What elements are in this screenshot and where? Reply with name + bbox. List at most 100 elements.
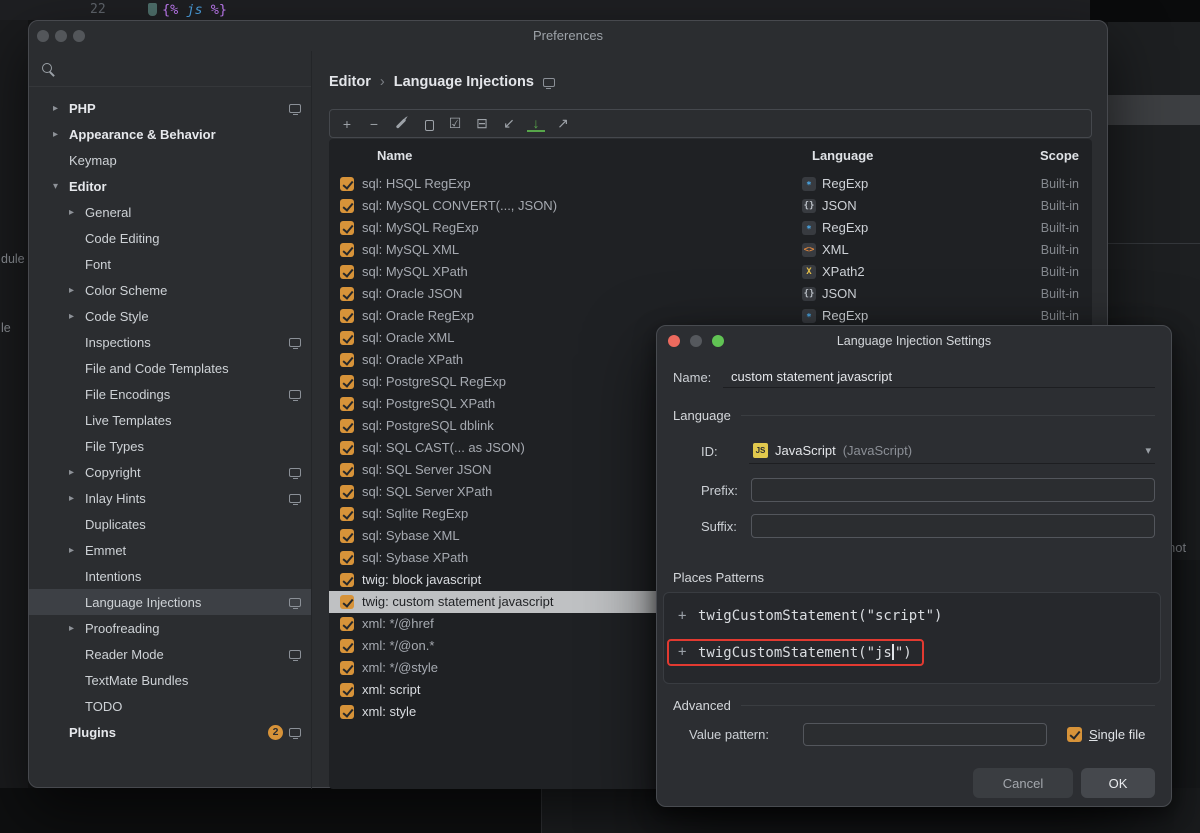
chevron-right-icon[interactable]: ▸ xyxy=(53,129,69,140)
column-header-name[interactable]: Name xyxy=(377,148,412,163)
row-checkbox[interactable] xyxy=(340,199,354,213)
sidebar-item-color-scheme[interactable]: ▸ Color Scheme xyxy=(29,277,311,303)
import-button[interactable]: ↓ xyxy=(527,115,545,132)
sidebar-item-appearance-behavior[interactable]: ▸ Appearance & Behavior xyxy=(29,121,311,147)
single-file-checkbox[interactable] xyxy=(1067,726,1082,742)
value-pattern-input[interactable] xyxy=(803,722,1047,746)
duplicate-button[interactable] xyxy=(419,115,439,133)
row-scope: Built-in xyxy=(1040,287,1079,301)
table-row[interactable]: sql: MySQL RegExp ∗ RegExp Built-in xyxy=(329,217,1092,239)
chevron-right-icon[interactable]: ▸ xyxy=(69,467,85,478)
sidebar-item-duplicates[interactable]: Duplicates xyxy=(29,511,311,537)
row-checkbox[interactable] xyxy=(340,683,354,697)
sidebar-item-editor[interactable]: ▾ Editor xyxy=(29,173,311,199)
table-row[interactable]: sql: MySQL XPath X XPath2 Built-in xyxy=(329,261,1092,283)
language-id-select[interactable]: JS JavaScript (JavaScript) ▾ xyxy=(749,438,1155,464)
row-checkbox[interactable] xyxy=(340,529,354,543)
chevron-right-icon[interactable]: ▸ xyxy=(69,545,85,556)
column-header-scope[interactable]: Scope xyxy=(1040,148,1079,163)
row-checkbox[interactable] xyxy=(340,705,354,719)
chevron-down-icon[interactable]: ▾ xyxy=(1145,444,1151,457)
chevron-right-icon[interactable]: ▸ xyxy=(69,207,85,218)
chevron-down-icon[interactable]: ▾ xyxy=(53,181,69,192)
monitor-icon xyxy=(289,727,301,739)
sidebar-item-intentions[interactable]: Intentions xyxy=(29,563,311,589)
row-checkbox[interactable] xyxy=(340,463,354,477)
enable-selected-button[interactable]: ☑ xyxy=(446,115,464,133)
row-checkbox[interactable] xyxy=(340,507,354,521)
row-checkbox[interactable] xyxy=(340,331,354,345)
row-name: xml: */@on.* xyxy=(362,638,435,653)
ok-button[interactable]: OK xyxy=(1081,768,1155,798)
row-checkbox[interactable] xyxy=(340,243,354,257)
sidebar-item-proofreading[interactable]: ▸ Proofreading xyxy=(29,615,311,641)
row-name: sql: SQL CAST(... as JSON) xyxy=(362,440,525,455)
monitor-icon xyxy=(289,467,301,479)
restore-button[interactable]: ↙ xyxy=(500,115,518,133)
sidebar-item-textmate-bundles[interactable]: TextMate Bundles xyxy=(29,667,311,693)
sidebar-item-language-injections[interactable]: Language Injections xyxy=(29,589,311,615)
row-checkbox[interactable] xyxy=(340,419,354,433)
editor-code-line: {% js %} xyxy=(162,1,227,19)
row-checkbox[interactable] xyxy=(340,485,354,499)
sidebar-item-font[interactable]: Font xyxy=(29,251,311,277)
sidebar-item-reader-mode[interactable]: Reader Mode xyxy=(29,641,311,667)
sidebar-item-live-templates[interactable]: Live Templates xyxy=(29,407,311,433)
row-checkbox[interactable] xyxy=(340,639,354,653)
column-header-language[interactable]: Language xyxy=(812,148,873,163)
cancel-button[interactable]: Cancel xyxy=(973,768,1073,798)
breadcrumb-editor[interactable]: Editor xyxy=(329,74,371,90)
table-row[interactable]: sql: HSQL RegExp ∗ RegExp Built-in xyxy=(329,173,1092,195)
row-checkbox[interactable] xyxy=(340,595,354,609)
chevron-right-icon[interactable]: ▸ xyxy=(69,285,85,296)
sidebar-item-keymap[interactable]: Keymap xyxy=(29,147,311,173)
language-injection-settings-dialog: Language Injection Settings Name: custom… xyxy=(656,325,1172,807)
sidebar-item-emmet[interactable]: ▸ Emmet xyxy=(29,537,311,563)
export-button[interactable]: ↗ xyxy=(554,115,572,133)
name-field[interactable]: custom statement javascript xyxy=(723,366,1155,388)
table-row[interactable]: sql: Oracle JSON {} JSON Built-in xyxy=(329,283,1092,305)
chevron-right-icon[interactable]: ▸ xyxy=(69,311,85,322)
table-row[interactable]: sql: Oracle RegExp ∗ RegExp Built-in xyxy=(329,305,1092,327)
suffix-input[interactable] xyxy=(751,514,1155,538)
places-pattern-row[interactable]: + twigCustomStatement("script") xyxy=(664,598,1160,634)
sidebar-item-general[interactable]: ▸ General xyxy=(29,199,311,225)
sidebar-item-todo[interactable]: TODO xyxy=(29,693,311,719)
prefix-input[interactable] xyxy=(751,478,1155,502)
search-icon[interactable] xyxy=(42,63,52,73)
sidebar-item-inspections[interactable]: Inspections xyxy=(29,329,311,355)
sidebar-item-file-and-code-templates[interactable]: File and Code Templates xyxy=(29,355,311,381)
remove-button[interactable]: − xyxy=(365,115,383,133)
row-checkbox[interactable] xyxy=(340,551,354,565)
chevron-right-icon[interactable]: ▸ xyxy=(69,623,85,634)
sidebar-item-plugins[interactable]: Plugins 2 xyxy=(29,719,311,745)
sidebar-item-file-encodings[interactable]: File Encodings xyxy=(29,381,311,407)
row-checkbox[interactable] xyxy=(340,309,354,323)
sidebar-item-php[interactable]: ▸ PHP xyxy=(29,95,311,121)
edit-button[interactable] xyxy=(392,115,410,133)
row-checkbox[interactable] xyxy=(340,661,354,675)
chevron-right-icon[interactable]: ▸ xyxy=(69,493,85,504)
table-row[interactable]: sql: MySQL CONVERT(..., JSON) {} JSON Built… xyxy=(329,195,1092,217)
chevron-right-icon[interactable]: ▸ xyxy=(53,103,69,114)
row-checkbox[interactable] xyxy=(340,287,354,301)
table-row[interactable]: sql: MySQL XML <> XML Built-in xyxy=(329,239,1092,261)
places-pattern-row[interactable]: + twigCustomStatement("js ") xyxy=(664,634,1160,670)
row-checkbox[interactable] xyxy=(340,177,354,191)
sidebar-item-inlay-hints[interactable]: ▸ Inlay Hints xyxy=(29,485,311,511)
row-checkbox[interactable] xyxy=(340,441,354,455)
sidebar-item-file-types[interactable]: File Types xyxy=(29,433,311,459)
row-checkbox[interactable] xyxy=(340,375,354,389)
row-checkbox[interactable] xyxy=(340,265,354,279)
row-checkbox[interactable] xyxy=(340,397,354,411)
row-checkbox[interactable] xyxy=(340,221,354,235)
disable-selected-button[interactable]: ⊟ xyxy=(473,115,491,133)
row-checkbox[interactable] xyxy=(340,617,354,631)
sidebar-item-code-editing[interactable]: Code Editing xyxy=(29,225,311,251)
row-checkbox[interactable] xyxy=(340,353,354,367)
sidebar-item-copyright[interactable]: ▸ Copyright xyxy=(29,459,311,485)
sidebar-item-code-style[interactable]: ▸ Code Style xyxy=(29,303,311,329)
add-button[interactable]: + xyxy=(338,115,356,133)
row-name: sql: Oracle XML xyxy=(362,330,455,345)
row-checkbox[interactable] xyxy=(340,573,354,587)
